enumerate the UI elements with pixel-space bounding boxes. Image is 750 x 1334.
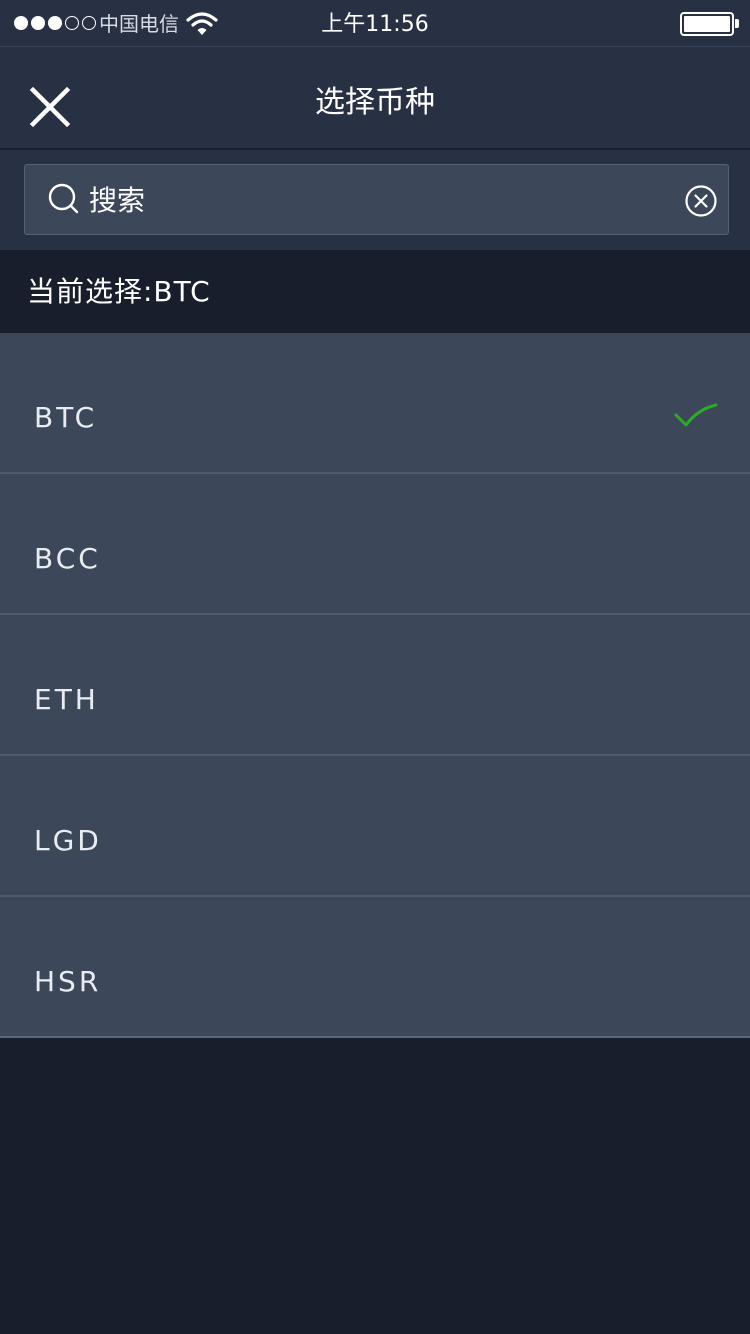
coin-label: HSR <box>34 965 102 998</box>
checkmark-icon <box>674 403 718 427</box>
coin-label: BCC <box>34 542 101 575</box>
coin-item-lgd[interactable]: LGD <box>0 756 750 897</box>
coin-item-btc[interactable]: BTC <box>0 333 750 474</box>
coin-label: BTC <box>34 401 98 434</box>
clock: 上午11:56 <box>321 12 429 37</box>
coin-item-hsr[interactable]: HSR <box>0 897 750 1038</box>
search-input[interactable] <box>89 175 649 225</box>
battery-level <box>684 16 730 32</box>
coin-label: LGD <box>34 824 102 857</box>
current-selection-row: 当前选择:BTC <box>0 250 750 333</box>
battery-tip <box>735 19 739 28</box>
battery-icon <box>680 12 734 36</box>
coin-item-eth[interactable]: ETH <box>0 615 750 756</box>
coin-item-bcc[interactable]: BCC <box>0 474 750 615</box>
search-box[interactable] <box>24 164 729 235</box>
search-area <box>0 150 750 250</box>
coin-list: BTC BCC ETH LGD HSR <box>0 333 750 1038</box>
current-selection-label: 当前选择:BTC <box>27 275 211 308</box>
status-bar: 中国电信 上午11:56 <box>0 0 750 47</box>
close-icon[interactable] <box>24 81 76 133</box>
coin-label: ETH <box>34 683 99 716</box>
clear-icon[interactable] <box>684 184 718 218</box>
coin-select-screen: 中国电信 上午11:56 选择币种 搜索 当前选择:BTC BTC BCC ET… <box>0 0 750 1334</box>
navigation-bar: 选择币种 <box>0 47 750 150</box>
page-title: 选择币种 <box>315 85 435 120</box>
search-icon <box>48 183 79 214</box>
